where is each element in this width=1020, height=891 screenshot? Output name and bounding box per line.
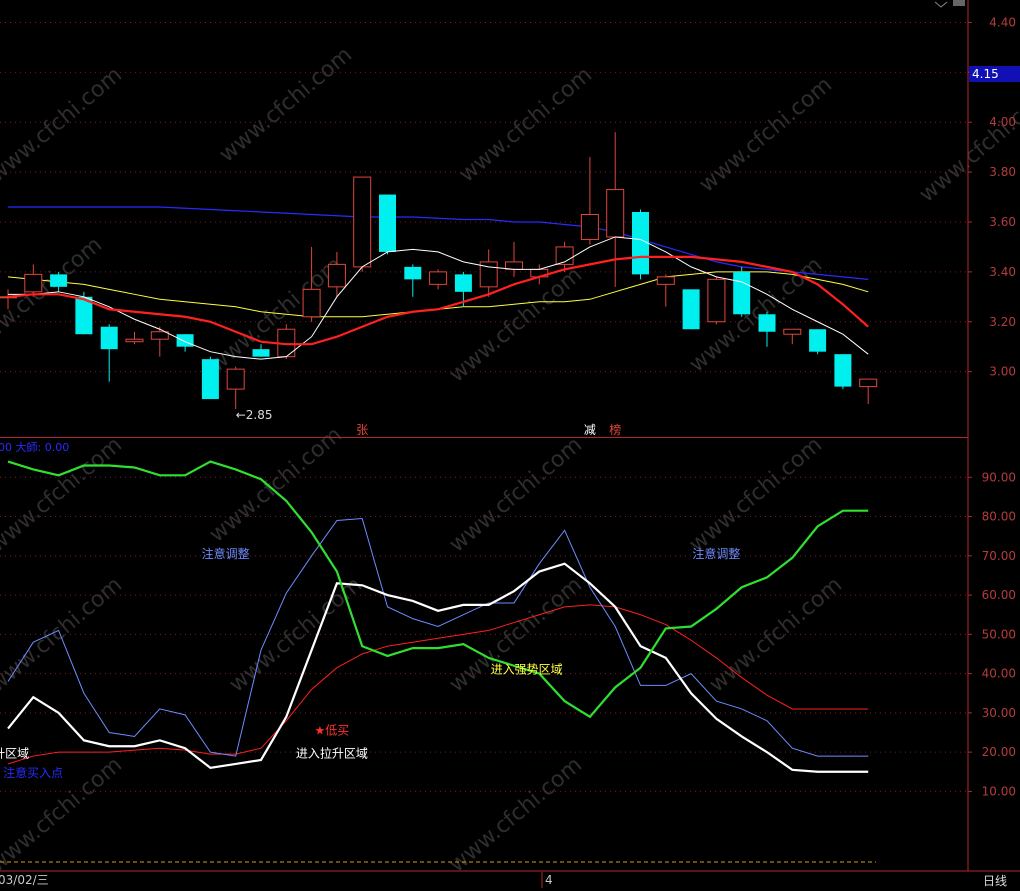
panel-frame xyxy=(0,0,969,871)
signal-marker: 张 xyxy=(356,423,368,437)
indicator-tick-label: 40.00 xyxy=(982,667,1016,681)
period-label: 日线 xyxy=(983,874,1007,888)
candle-body-up xyxy=(505,261,523,270)
signal-marker: 减 xyxy=(584,423,596,437)
footer-date-label: 03/02/三 xyxy=(0,873,49,887)
indicator-annotation: 注意买入点 xyxy=(3,765,63,780)
indicator-tick-label: 30.00 xyxy=(982,706,1016,720)
indicator-annotation: 进入拉升区域 xyxy=(296,745,368,760)
indicator-annotation: 注意调整 xyxy=(202,546,250,561)
price-tick-label: 4.40 xyxy=(989,15,1016,29)
indicator-tick-label: 50.00 xyxy=(982,627,1016,641)
watermark-text: www.cfchi.com xyxy=(705,572,847,697)
current-price-label: 4.15 xyxy=(972,67,999,81)
candle-body-down xyxy=(454,274,472,292)
price-tick-label: 3.80 xyxy=(989,165,1016,179)
candle-body-down xyxy=(201,359,219,400)
candle-body-down xyxy=(834,354,852,387)
candle-body-down xyxy=(809,329,827,352)
candle-body-down xyxy=(404,266,422,280)
watermark-text: www.cfchi.com xyxy=(225,572,367,697)
indicator-tick-label: 80.00 xyxy=(982,510,1016,524)
candle-body-up xyxy=(125,338,144,343)
watermark-text: www.cfchi.com xyxy=(205,422,347,547)
indicator-annotation: 注意调整 xyxy=(692,546,740,561)
candle-body-down xyxy=(758,314,776,332)
candle-body-up xyxy=(580,214,599,240)
price-tick-label: 4.00 xyxy=(989,115,1016,129)
watermark-text: www.cfchi.com xyxy=(445,752,587,877)
indicator-header: 00 大師: 0.00 xyxy=(0,440,69,454)
watermark-text: www.cfchi.com xyxy=(685,252,827,377)
indicator-tick-label: 10.00 xyxy=(982,784,1016,798)
candle-body-up xyxy=(656,276,675,285)
price-panel[interactable]: ←2.85 张 减榜 xyxy=(0,132,878,437)
watermark-text: www.cfchi.com xyxy=(455,62,597,187)
stock-chart: www.cfchi.com www.cfchi.com www.cfchi.com w… xyxy=(0,0,1020,888)
footer-mid-label: 4 xyxy=(545,873,553,887)
indicator-tick-label: 20.00 xyxy=(982,745,1016,759)
indicator-line xyxy=(7,604,869,765)
low-price-label: ←2.85 xyxy=(236,408,273,422)
watermark-text: www.cfchi.com xyxy=(0,62,127,187)
candle-body-up xyxy=(24,273,43,293)
signal-marker: 榜 xyxy=(609,422,621,437)
price-tick-label: 3.20 xyxy=(989,315,1016,329)
indicator-tick-label: 70.00 xyxy=(982,549,1016,563)
watermark-text: www.cfchi.com xyxy=(215,42,357,167)
candle-body-down xyxy=(100,326,118,350)
candle-body-up xyxy=(327,263,346,288)
candle-body-down xyxy=(176,334,194,347)
watermark-text: www.cfchi.com xyxy=(685,432,827,557)
watermark-text: www.cfchi.com xyxy=(445,572,587,697)
chevron-down-icon xyxy=(934,1,948,8)
candle-body-up xyxy=(150,331,169,340)
candle-body-up xyxy=(707,278,726,323)
watermark-text: www.cfchi.com xyxy=(445,432,587,557)
price-tick-label: 3.00 xyxy=(989,365,1016,379)
footer-bar: 03/02/三 4 日线 xyxy=(0,870,1020,888)
candle-body-up xyxy=(429,271,448,285)
watermark-text: www.cfchi.com xyxy=(695,72,837,197)
indicator-annotation: 升区域 xyxy=(0,746,29,760)
candle-body-down xyxy=(252,349,270,357)
candle-body-up xyxy=(353,176,372,268)
candle-body-up xyxy=(606,189,625,238)
candle-body-up xyxy=(226,368,245,390)
candle-body-up xyxy=(859,378,878,388)
candle-body-up xyxy=(302,288,321,318)
indicator-panel[interactable]: 00 大師: 0.00 注意调整 注意调整进入强势区域 ★低买进入拉升区域 升区域注意买… xyxy=(0,440,869,780)
candle-body-down xyxy=(50,274,68,287)
candle-body-down xyxy=(733,271,751,315)
candle-body-up xyxy=(783,328,802,335)
indicator-tick-label: 60.00 xyxy=(982,588,1016,602)
candle-body-down xyxy=(379,194,396,252)
indicator-annotation: ★低买 xyxy=(314,724,349,738)
scroll-handle xyxy=(953,0,965,6)
watermark-text: www.cfchi.com xyxy=(915,82,1020,207)
candle-body-down xyxy=(682,289,700,330)
price-tick-label: 3.60 xyxy=(989,215,1016,229)
indicator-annotation: 进入强势区域 xyxy=(491,663,563,677)
candle-body-down xyxy=(632,212,649,275)
watermark-text: www.cfchi.com xyxy=(0,572,127,697)
indicator-tick-label: 90.00 xyxy=(982,470,1016,484)
price-tick-label: 3.40 xyxy=(989,265,1016,279)
ma60-line xyxy=(8,206,869,280)
